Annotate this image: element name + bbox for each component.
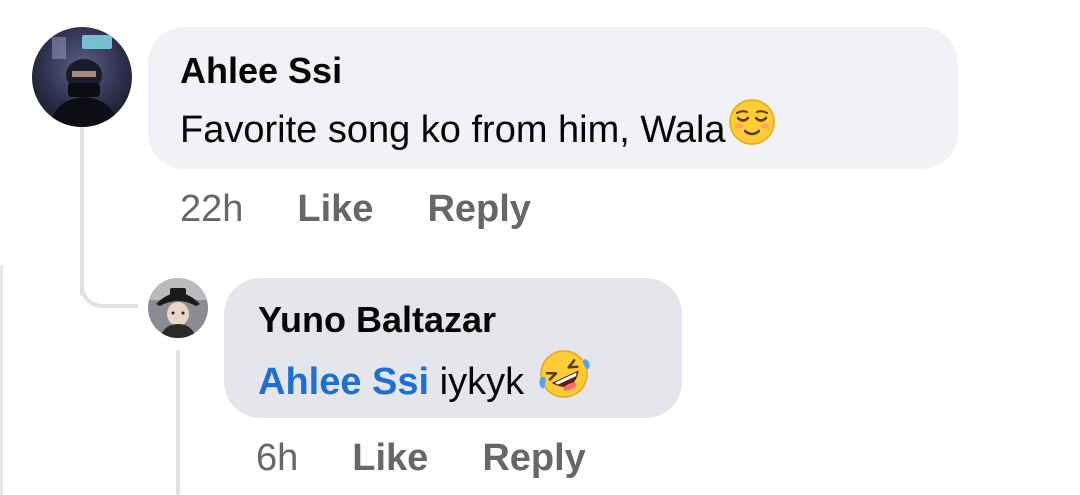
avatar-photo-icon <box>148 278 208 338</box>
reply-connector-line <box>176 350 180 495</box>
comment-timestamp[interactable]: 22h <box>180 188 243 231</box>
reply-button[interactable]: Reply <box>482 437 585 480</box>
rolling-on-floor-laughing-icon <box>537 347 591 415</box>
reply-author[interactable]: Yuno Baltazar <box>258 298 648 342</box>
relieved-face-icon <box>728 98 776 160</box>
comment-actions: 22h Like Reply <box>180 188 585 231</box>
comment-bubble: Ahlee Ssi Favorite song ko from him, Wal… <box>148 27 958 169</box>
like-button[interactable]: Like <box>352 437 428 480</box>
reply-text-content: iykyk <box>429 361 535 404</box>
thread-edge-line <box>0 265 3 495</box>
comment-text-content: Favorite song ko from him, Wala <box>180 109 726 152</box>
reply-timestamp[interactable]: 6h <box>256 437 298 480</box>
reply-actions: 6h Like Reply <box>256 437 640 480</box>
reply-bubble: Yuno Baltazar Ahlee Ssi iykyk <box>224 278 682 418</box>
mention-link[interactable]: Ahlee Ssi <box>258 361 429 403</box>
comment-thread: Ahlee Ssi Favorite song ko from him, Wal… <box>0 0 1080 495</box>
avatar[interactable] <box>32 27 132 127</box>
thread-connector-curve <box>80 270 138 308</box>
avatar-photo-icon <box>32 27 132 127</box>
reply-text: Ahlee Ssi iykyk <box>258 350 648 418</box>
reply-button[interactable]: Reply <box>427 188 530 231</box>
avatar[interactable] <box>148 278 208 338</box>
like-button[interactable]: Like <box>297 188 373 231</box>
comment-author[interactable]: Ahlee Ssi <box>180 49 926 93</box>
comment-text: Favorite song ko from him, Wala <box>180 98 926 163</box>
